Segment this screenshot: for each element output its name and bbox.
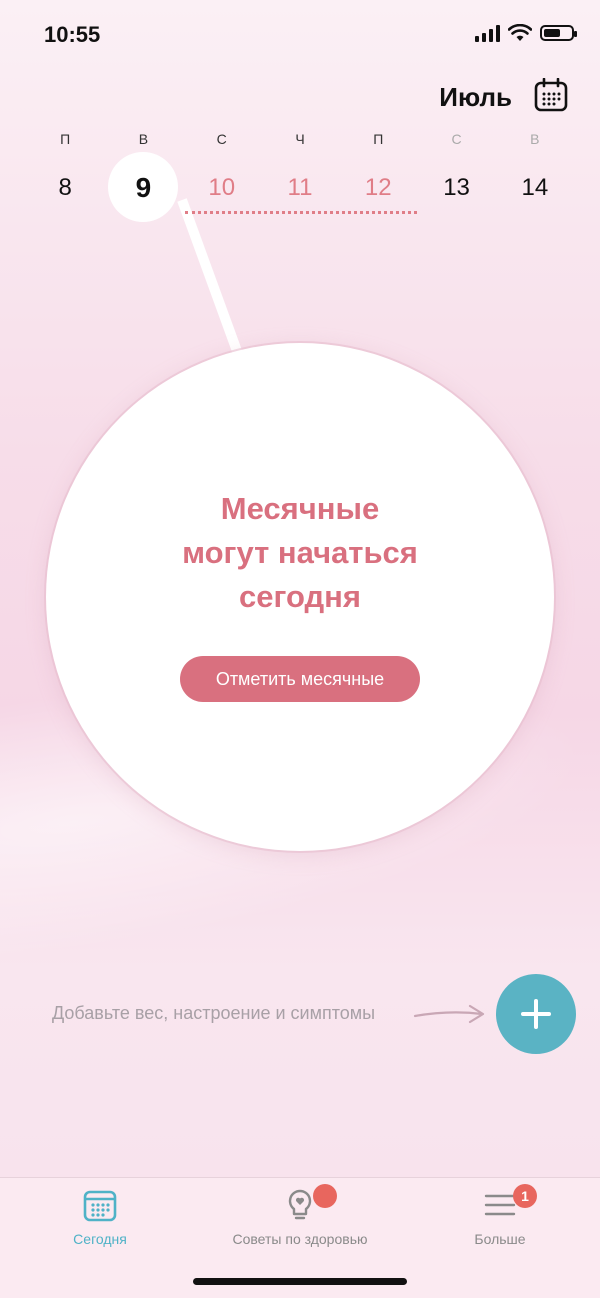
day-letter: С [216,131,227,147]
day-number: 9 [135,172,152,203]
day-number: 8 [58,174,72,201]
day-cell[interactable]: Ч 11 [261,128,339,216]
day-cell-today[interactable]: В 9 [104,128,182,222]
menu-icon [484,1194,516,1216]
month-title: Июль [439,82,512,112]
status-bar: 10:55 [0,0,600,70]
notification-badge [313,1184,337,1208]
home-indicator [193,1278,407,1285]
day-number: 11 [287,174,313,201]
tab-today[interactable]: Сегодня [0,1178,200,1268]
prediction-line-3: сегодня [238,579,361,614]
tab-label: Сегодня [73,1231,127,1247]
day-cell[interactable]: С 10 [183,128,261,216]
day-letter: Ч [295,131,305,147]
status-icons [475,24,577,42]
day-letter: С [451,131,462,147]
day-cell[interactable]: П 12 [339,128,417,216]
day-letter: В [138,131,149,147]
period-prediction-text: Месячные могут начаться сегодня [46,487,554,619]
today-connector [177,198,245,362]
prediction-line-1: Месячные [220,491,380,526]
cycle-circle: Месячные могут начаться сегодня Отметить… [46,343,554,851]
cellular-signal-icon [475,24,500,42]
day-letter: П [373,131,384,147]
day-number: 14 [521,174,549,201]
notification-badge: 1 [513,1184,537,1208]
day-letter: П [60,131,71,147]
tab-health-tips[interactable]: Советы по здоровью [200,1178,400,1268]
add-hint-text: Добавьте вес, настроение и симптомы [52,1003,376,1023]
day-number: 12 [364,174,392,201]
arrow-right-icon [413,1004,485,1024]
mark-period-button[interactable]: Отметить месячные [180,656,420,702]
day-number: 13 [443,174,470,201]
week-strip: П 8 В 9 С 10 Ч 11 П 12 С 13 В 14 [26,128,574,222]
day-cell[interactable]: С 13 [417,128,495,216]
lightbulb-heart-icon [288,1189,312,1220]
day-letter: В [530,131,540,147]
prediction-line-2: могут начаться [182,535,418,570]
day-cell[interactable]: П 8 [26,128,104,216]
status-time: 10:55 [44,22,101,47]
day-number: 10 [208,174,236,201]
day-cell[interactable]: В 14 [496,128,574,216]
tab-more[interactable]: 1 Больше [400,1178,600,1268]
calendar-icon[interactable] [534,78,568,112]
battery-icon [540,25,577,41]
wifi-icon [508,24,532,41]
tab-label: Больше [474,1231,526,1247]
add-entry-button[interactable] [496,974,576,1054]
tab-label: Советы по здоровью [232,1231,368,1247]
calendar-icon [83,1190,117,1222]
